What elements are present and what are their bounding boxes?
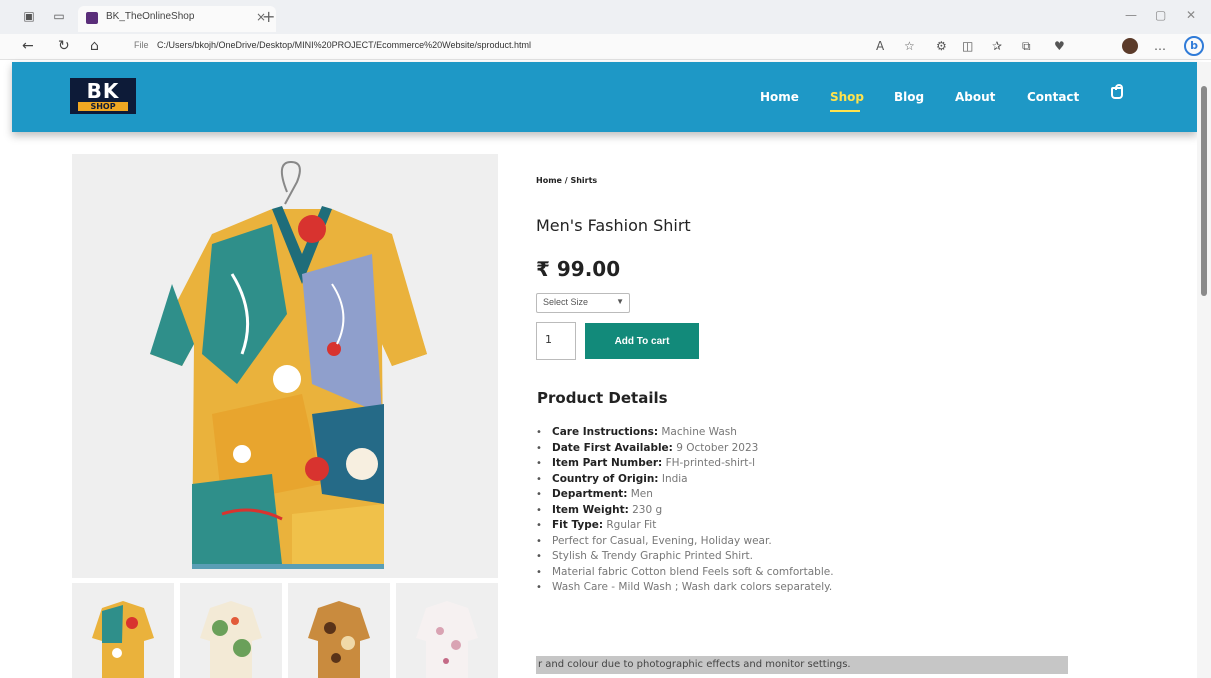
detail-department: Department: Men <box>536 487 1056 503</box>
back-icon[interactable]: ← <box>22 38 34 54</box>
more-options-icon[interactable]: … <box>1154 39 1166 53</box>
address-bar: ← ↻ ⌂ File C:/Users/bkojh/OneDrive/Deskt… <box>0 34 1211 60</box>
size-select-value: Select Size <box>543 297 589 307</box>
maximize-icon[interactable]: ▢ <box>1155 8 1166 22</box>
home-icon[interactable]: ⌂ <box>90 38 99 54</box>
nav-home[interactable]: Home <box>760 90 799 104</box>
tab-actions-icon[interactable]: ▭ <box>52 9 66 23</box>
extensions-icon[interactable]: ⚙ <box>936 39 947 53</box>
logo-text: BK <box>86 79 120 103</box>
browser-tab[interactable]: BK_TheOnlineShop × <box>78 6 276 32</box>
thumbnail-gallery <box>72 583 498 678</box>
bk-shop-logo[interactable]: BK SHOP <box>70 78 136 114</box>
detail-country-of-origin: Country of Origin: India <box>536 472 1056 488</box>
thumbnail-shirt-1 <box>92 601 154 678</box>
nav-shop[interactable]: Shop <box>830 90 864 104</box>
product-details-list: Care Instructions: Machine Wash Date Fir… <box>536 425 1056 596</box>
scrollbar-thumb[interactable] <box>1201 86 1207 296</box>
url-text: C:/Users/bkojh/OneDrive/Desktop/MINI%20P… <box>157 40 531 50</box>
shopping-bag-icon[interactable] <box>1111 84 1123 99</box>
thumbnail-shirt-3 <box>308 601 370 678</box>
file-label: File <box>134 40 149 50</box>
breadcrumb: Home / Shirts <box>536 176 598 185</box>
active-nav-underline <box>830 110 860 112</box>
window-close-icon[interactable]: ✕ <box>1186 8 1196 22</box>
thumbnail-shirt-4 <box>416 601 478 678</box>
site-header: BK SHOP Home Shop Blog About Contact <box>12 62 1197 132</box>
copilot-icon[interactable]: b <box>1184 36 1204 56</box>
minimize-icon[interactable]: — <box>1125 8 1137 22</box>
product-price: ₹ 99.00 <box>536 257 621 281</box>
detail-item-part-number: Item Part Number: FH-printed-shirt-l <box>536 456 1056 472</box>
detail-fit-type: Fit Type: Rgular Fit <box>536 518 1056 534</box>
detail-style: Stylish & Trendy Graphic Printed Shirt. <box>536 549 1056 565</box>
split-screen-icon[interactable]: ◫ <box>962 39 973 53</box>
detail-occasion: Perfect for Casual, Evening, Holiday wea… <box>536 534 1056 550</box>
shirt-illustration <box>150 160 427 569</box>
logo-subtext: SHOP <box>78 102 128 111</box>
collections-icon[interactable]: ⧉ <box>1022 39 1031 54</box>
read-aloud-icon[interactable]: A <box>876 39 884 53</box>
nav-contact[interactable]: Contact <box>1027 90 1079 104</box>
browser-essentials-icon[interactable]: ♥ <box>1054 39 1065 53</box>
product-details-heading: Product Details <box>537 389 668 407</box>
detail-care-instructions: Care Instructions: Machine Wash <box>536 425 1056 441</box>
color-disclaimer: r and colour due to photographic effects… <box>536 656 1068 674</box>
thumbnail-3[interactable] <box>288 583 390 678</box>
detail-wash-care: Wash Care - Mild Wash ; Wash dark colors… <box>536 580 1056 596</box>
url-field[interactable]: File C:/Users/bkojh/OneDrive/Desktop/MIN… <box>134 40 531 50</box>
refresh-icon[interactable]: ↻ <box>58 38 70 54</box>
thumbnail-2[interactable] <box>180 583 282 678</box>
size-select[interactable]: Select Size ▼ <box>536 293 630 313</box>
favorites-icon[interactable]: ✰ <box>992 39 1002 53</box>
tab-title: BK_TheOnlineShop <box>106 11 195 22</box>
chevron-down-icon: ▼ <box>616 297 624 306</box>
detail-date-first-available: Date First Available: 9 October 2023 <box>536 441 1056 457</box>
favorite-star-icon[interactable]: ☆ <box>904 39 915 53</box>
thumbnail-4[interactable] <box>396 583 498 678</box>
detail-material: Material fabric Cotton blend Feels soft … <box>536 565 1056 581</box>
nav-blog[interactable]: Blog <box>894 90 924 104</box>
new-tab-icon[interactable]: + <box>262 7 275 26</box>
browser-tab-bar: ▣ ▭ BK_TheOnlineShop × + — ▢ ✕ <box>0 0 1211 34</box>
profile-avatar[interactable] <box>1122 38 1138 54</box>
quantity-input[interactable]: 1 <box>536 322 576 360</box>
add-to-cart-button[interactable]: Add To cart <box>585 323 699 359</box>
nav-about[interactable]: About <box>955 90 995 104</box>
thumbnail-1[interactable] <box>72 583 174 678</box>
workspaces-icon[interactable]: ▣ <box>22 9 36 23</box>
main-product-image <box>72 154 498 578</box>
thumbnail-shirt-2 <box>200 601 262 678</box>
site-favicon-icon <box>86 12 98 24</box>
detail-item-weight: Item Weight: 230 g <box>536 503 1056 519</box>
product-title: Men's Fashion Shirt <box>536 216 691 235</box>
